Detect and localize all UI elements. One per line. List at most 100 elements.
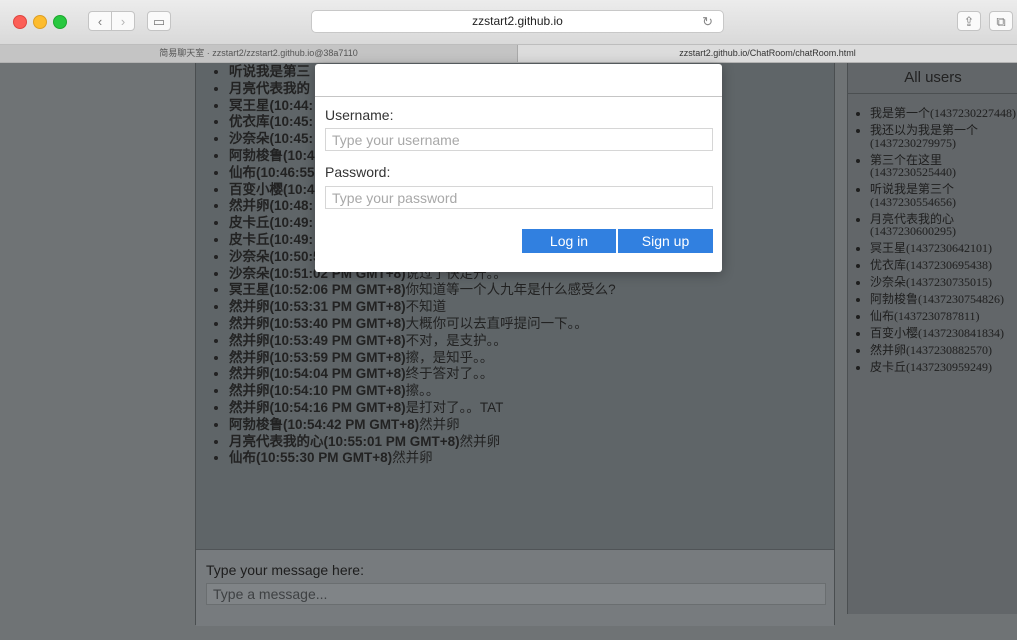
message-time: (10:54:42 PM GMT+8)	[283, 416, 420, 432]
message-time: (10:4	[283, 181, 315, 197]
show-tabs-icon[interactable]: ⧉	[989, 11, 1013, 31]
message-time: (10:55:30 PM GMT+8)	[256, 450, 393, 466]
username-field[interactable]	[325, 128, 713, 151]
message-input[interactable]	[206, 583, 826, 605]
message-sender: 皮卡丘	[229, 215, 270, 231]
message-time: (10:45:	[269, 114, 314, 130]
message-sender: 百变小樱	[229, 181, 283, 197]
dialog-header	[315, 64, 722, 97]
minimize-window-button[interactable]	[33, 15, 47, 29]
message-text: 然并卵	[392, 450, 433, 466]
forward-icon[interactable]: ›	[111, 11, 135, 31]
message-time: (10:48:	[269, 198, 314, 214]
message-text: 是打对了。。TAT	[405, 399, 504, 415]
message-item: 然并卵(10:53:31 PM GMT+8)不知道	[229, 299, 834, 316]
password-label: Password:	[325, 164, 391, 180]
message-time: (10:55:01 PM GMT+8)	[323, 433, 460, 449]
message-sender: 听说我是第三	[229, 64, 310, 79]
message-text: 你知道等一个人九年是什么感受么?	[405, 282, 616, 298]
message-sender: 皮卡丘	[229, 231, 270, 247]
message-item: 然并卵(10:53:49 PM GMT+8)不对，是支护。。	[229, 333, 834, 350]
message-sender: 然并卵	[229, 349, 270, 365]
message-time: (10:49:	[269, 215, 314, 231]
message-item: 月亮代表我的心(10:55:01 PM GMT+8)然并卵	[229, 434, 834, 451]
user-list-item: 我是第一个(1437230227448)	[870, 107, 1017, 120]
username-label: Username:	[325, 107, 394, 123]
message-sender: 阿勃梭鲁	[229, 147, 283, 163]
close-window-button[interactable]	[13, 15, 27, 29]
user-list-item: 我还以为我是第一个(1437230279975)	[870, 124, 1017, 149]
message-text: 擦。。	[405, 383, 440, 399]
message-item: 然并卵(10:54:10 PM GMT+8)擦。。	[229, 383, 834, 400]
message-sender: 然并卵	[229, 332, 270, 348]
share-icon[interactable]: ⇪	[957, 11, 981, 31]
message-item: 然并卵(10:53:59 PM GMT+8)擦，是知乎。。	[229, 350, 834, 367]
address-bar[interactable]: zzstart2.github.io ↻	[311, 10, 724, 33]
message-sender: 冥王星	[229, 282, 270, 298]
message-sender: 仙布	[229, 450, 256, 466]
users-panel: All users 我是第一个(1437230227448) 我还以为我是第一个(…	[847, 63, 1017, 614]
reload-icon[interactable]: ↻	[702, 11, 713, 32]
address-text: zzstart2.github.io	[472, 14, 563, 28]
user-list-item: 优衣库(1437230695438)	[870, 259, 1017, 272]
message-sender: 沙奈朵	[229, 131, 270, 147]
zoom-window-button[interactable]	[53, 15, 67, 29]
browser-toolbar: ‹ › ▭ zzstart2.github.io ↻ ⇪ ⧉	[0, 0, 1017, 45]
users-title: All users	[848, 63, 1017, 94]
tab-chatroom-repo[interactable]: 简易聊天室 · zzstart2/zzstart2.github.io@38a7…	[0, 45, 518, 62]
user-list-item: 月亮代表我的心(1437230600295)	[870, 212, 1017, 238]
message-time: (10:53:40 PM GMT+8)	[269, 315, 406, 331]
message-text: 大概你可以去直呼提问一下。。	[405, 315, 588, 331]
signup-button[interactable]: Sign up	[618, 229, 713, 253]
login-dialog: Username: Password: Log in Sign up	[315, 64, 722, 272]
message-sender: 沙奈朵	[229, 248, 270, 264]
user-list-item: 皮卡丘(1437230959249)	[870, 361, 1017, 374]
message-time: (10:53:31 PM GMT+8)	[269, 299, 406, 315]
user-list: 我是第一个(1437230227448) 我还以为我是第一个(1437230279…	[848, 107, 1017, 378]
tab-bar: 简易聊天室 · zzstart2/zzstart2.github.io@38a7…	[0, 45, 1017, 63]
user-list-item: 听说我是第三个(1437230554656)	[870, 183, 1017, 208]
message-sender: 月亮代表我的心	[229, 433, 324, 449]
tab-chatroom-page[interactable]: zzstart2.github.io/ChatRoom/chatRoom.htm…	[518, 45, 1017, 62]
message-sender: 然并卵	[229, 366, 270, 382]
message-item: 然并卵(10:53:40 PM GMT+8)大概你可以去直呼提问一下。。	[229, 316, 834, 333]
message-item: 冥王星(10:52:06 PM GMT+8)你知道等一个人九年是什么感受么?	[229, 282, 834, 299]
message-time: (10:54:04 PM GMT+8)	[269, 366, 406, 382]
message-time: (10:53:49 PM GMT+8)	[269, 332, 406, 348]
message-item: 阿勃梭鲁(10:54:42 PM GMT+8)然并卵	[229, 417, 834, 434]
message-text: 擦，是知乎。。	[405, 349, 494, 365]
user-list-item: 仙布(1437230787811)	[870, 310, 1017, 323]
message-time: (10:4	[283, 147, 315, 163]
message-time: (10:44:	[269, 97, 314, 113]
message-item: 然并卵(10:54:16 PM GMT+8)是打对了。。TAT	[229, 400, 834, 417]
user-list-item: 百变小樱(1437230841834)	[870, 327, 1017, 340]
user-list-item: 阿勃梭鲁(1437230754826)	[870, 293, 1017, 306]
message-time: (10:54:16 PM GMT+8)	[269, 399, 406, 415]
message-sender: 然并卵	[229, 315, 270, 331]
back-icon[interactable]: ‹	[88, 11, 112, 31]
message-sender: 仙布	[229, 164, 256, 180]
message-text: 不对，是支护。。	[405, 332, 507, 348]
message-sender: 然并卵	[229, 198, 270, 214]
message-time: (10:54:10 PM GMT+8)	[269, 383, 406, 399]
message-compose-area: Type your message here:	[196, 549, 834, 626]
message-sender: 月亮代表我的	[229, 80, 310, 96]
message-sender: 然并卵	[229, 299, 270, 315]
sidebar-toggle-icon[interactable]: ▭	[147, 11, 171, 31]
login-button[interactable]: Log in	[522, 229, 616, 253]
password-field[interactable]	[325, 186, 713, 209]
message-text: 不知道	[405, 299, 447, 315]
message-text: 然并卵	[419, 416, 460, 432]
user-list-item: 第三个在这里(1437230525440)	[870, 153, 1017, 179]
user-list-item: 冥王星(1437230642101)	[870, 242, 1017, 255]
message-sender: 优衣库	[229, 114, 270, 130]
message-sender: 然并卵	[229, 383, 270, 399]
user-list-item: 然并卵(1437230882570)	[870, 344, 1017, 357]
message-time: (10:49:	[269, 231, 314, 247]
message-sender: 冥王星	[229, 97, 270, 113]
message-time: (10:46:55	[256, 164, 315, 180]
message-text: 终于答对了。。	[405, 366, 494, 382]
message-item: 然并卵(10:54:04 PM GMT+8)终于答对了。。	[229, 366, 834, 383]
message-item: 仙布(10:55:30 PM GMT+8)然并卵	[229, 450, 834, 467]
message-time: (10:53:59 PM GMT+8)	[269, 349, 406, 365]
